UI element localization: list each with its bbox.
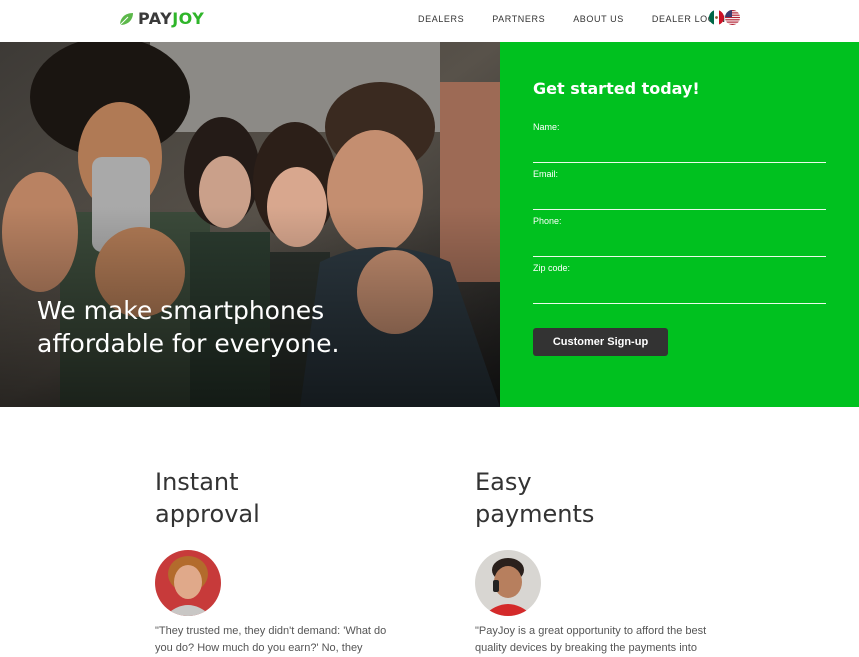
hero-photo: We make smartphones affordable for every… xyxy=(0,42,500,407)
zip-code-input[interactable] xyxy=(533,283,826,304)
email-field: Email: xyxy=(533,169,826,210)
hero-headline-line2: affordable for everyone. xyxy=(37,329,340,358)
us-flag-icon[interactable] xyxy=(725,10,740,25)
feature-easy-payments: Easy payments "PayJoy is a great opportu… xyxy=(475,466,735,654)
email-input[interactable] xyxy=(533,189,826,210)
zip-code-field: Zip code: xyxy=(533,263,826,304)
site-header: PAYJOY DEALERS PARTNERS ABOUT US DEALER … xyxy=(0,0,859,42)
phone-input[interactable] xyxy=(533,236,826,257)
feature-title: Instant approval xyxy=(155,468,260,528)
main-nav: DEALERS PARTNERS ABOUT US DEALER LOGIN xyxy=(418,14,754,24)
signup-form: Get started today! Name: Email: Phone: Z… xyxy=(500,42,859,407)
leaf-icon xyxy=(119,12,133,25)
feature-instant-approval: Instant approval "They trusted me, they … xyxy=(155,466,415,654)
nav-about-us[interactable]: ABOUT US xyxy=(573,14,624,24)
logo-text: PAYJOY xyxy=(138,9,205,28)
feature-title: Easy payments xyxy=(475,468,595,528)
customer-avatar xyxy=(155,550,221,616)
hero-headline: We make smartphones affordable for every… xyxy=(37,294,339,360)
language-switcher xyxy=(709,10,740,25)
mexico-flag-icon[interactable] xyxy=(709,10,724,25)
form-title: Get started today! xyxy=(533,79,700,98)
name-field: Name: xyxy=(533,122,826,163)
nav-dealers[interactable]: DEALERS xyxy=(418,14,464,24)
email-label: Email: xyxy=(533,169,559,179)
phone-field: Phone: xyxy=(533,216,826,257)
payjoy-logo[interactable]: PAYJOY xyxy=(118,9,204,28)
name-label: Name: xyxy=(533,122,560,132)
name-input[interactable] xyxy=(533,142,826,163)
testimonial-quote: "They trusted me, they didn't demand: 'W… xyxy=(155,625,387,654)
hero-headline-line1: We make smartphones xyxy=(37,296,325,325)
customer-signup-button[interactable]: Customer Sign-up xyxy=(533,328,668,356)
nav-partners[interactable]: PARTNERS xyxy=(492,14,545,24)
testimonial-quote: "PayJoy is a great opportunity to afford… xyxy=(475,625,707,654)
zip-code-label: Zip code: xyxy=(533,263,571,273)
phone-label: Phone: xyxy=(533,216,562,226)
customer-avatar xyxy=(475,550,541,616)
